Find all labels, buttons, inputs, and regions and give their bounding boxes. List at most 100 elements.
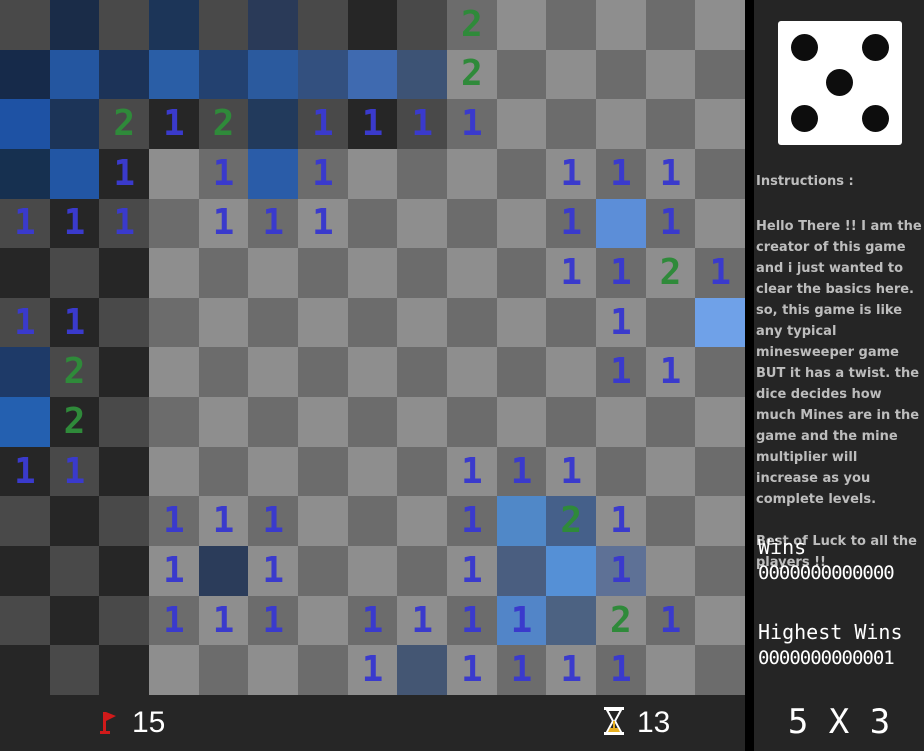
board-cell[interactable] <box>49 248 100 298</box>
board-cell[interactable] <box>695 148 745 199</box>
board-cell[interactable] <box>695 297 745 348</box>
board-cell[interactable] <box>397 546 447 596</box>
board-cell[interactable] <box>298 446 348 497</box>
board-cell[interactable] <box>248 645 298 695</box>
board-cell[interactable] <box>347 397 398 447</box>
board-cell[interactable] <box>397 347 447 398</box>
board-cell[interactable] <box>695 99 745 149</box>
mine-count-cell[interactable]: 1 <box>645 347 696 398</box>
board-cell[interactable] <box>298 595 348 646</box>
board-cell[interactable] <box>496 297 547 348</box>
board-cell[interactable] <box>198 446 249 497</box>
board-cell[interactable] <box>149 0 199 50</box>
board-cell[interactable] <box>397 148 447 199</box>
board-cell[interactable] <box>645 446 696 497</box>
board-cell[interactable] <box>198 0 249 50</box>
mine-count-cell[interactable]: 1 <box>248 198 298 249</box>
mine-count-cell[interactable]: 1 <box>198 595 249 646</box>
board-cell[interactable] <box>695 446 745 497</box>
board-cell[interactable] <box>248 0 298 50</box>
board-cell[interactable] <box>248 99 298 149</box>
board-cell[interactable] <box>49 0 100 50</box>
board-cell[interactable] <box>0 0 50 50</box>
board-cell[interactable] <box>695 595 745 646</box>
mine-count-cell[interactable]: 1 <box>99 198 149 249</box>
board-cell[interactable] <box>397 496 447 547</box>
board-cell[interactable] <box>645 496 696 547</box>
board-cell[interactable] <box>99 645 149 695</box>
board-cell[interactable] <box>149 148 199 199</box>
board-cell[interactable] <box>149 198 199 249</box>
board-cell[interactable] <box>397 297 447 348</box>
board-cell[interactable] <box>347 297 398 348</box>
board-cell[interactable] <box>546 0 596 50</box>
mine-count-cell[interactable]: 1 <box>397 595 447 646</box>
board-cell[interactable] <box>695 198 745 249</box>
mine-count-cell[interactable]: 1 <box>347 595 398 646</box>
mine-count-cell[interactable]: 1 <box>496 446 547 497</box>
board-cell[interactable] <box>99 595 149 646</box>
board-cell[interactable] <box>248 248 298 298</box>
board-cell[interactable] <box>49 595 100 646</box>
mine-count-cell[interactable]: 1 <box>596 645 646 695</box>
board-cell[interactable] <box>149 49 199 100</box>
board-cell[interactable] <box>99 297 149 348</box>
mine-count-cell[interactable]: 1 <box>496 645 547 695</box>
mine-count-cell[interactable]: 1 <box>496 595 547 646</box>
board-cell[interactable] <box>0 49 50 100</box>
board-cell[interactable] <box>397 198 447 249</box>
mine-count-cell[interactable]: 1 <box>645 198 696 249</box>
board-cell[interactable] <box>546 397 596 447</box>
board-cell[interactable] <box>645 297 696 348</box>
mine-count-cell[interactable]: 2 <box>546 496 596 547</box>
board-cell[interactable] <box>596 0 646 50</box>
board-cell[interactable] <box>149 248 199 298</box>
board-cell[interactable] <box>99 248 149 298</box>
board-cell[interactable] <box>347 148 398 199</box>
mine-count-cell[interactable]: 1 <box>546 198 596 249</box>
board-cell[interactable] <box>546 546 596 596</box>
board-cell[interactable] <box>99 397 149 447</box>
board-cell[interactable] <box>397 397 447 447</box>
board-cell[interactable] <box>0 595 50 646</box>
board-cell[interactable] <box>198 347 249 398</box>
mine-count-cell[interactable]: 1 <box>298 99 348 149</box>
board-cell[interactable] <box>0 496 50 547</box>
board-cell[interactable] <box>99 347 149 398</box>
board-cell[interactable] <box>447 198 497 249</box>
board-cell[interactable] <box>0 99 50 149</box>
mine-count-cell[interactable]: 1 <box>298 198 348 249</box>
board-cell[interactable] <box>298 645 348 695</box>
board-cell[interactable] <box>695 546 745 596</box>
mine-count-cell[interactable]: 1 <box>695 248 745 298</box>
board-cell[interactable] <box>496 0 547 50</box>
mine-count-cell[interactable]: 1 <box>198 148 249 199</box>
mine-count-cell[interactable]: 1 <box>596 297 646 348</box>
board-cell[interactable] <box>298 397 348 447</box>
board-cell[interactable] <box>248 397 298 447</box>
board-cell[interactable] <box>248 49 298 100</box>
board-cell[interactable] <box>645 546 696 596</box>
board-cell[interactable] <box>49 645 100 695</box>
board-cell[interactable] <box>248 148 298 199</box>
board-cell[interactable] <box>447 148 497 199</box>
board-cell[interactable] <box>347 198 398 249</box>
board-cell[interactable] <box>496 99 547 149</box>
board-cell[interactable] <box>298 0 348 50</box>
board-cell[interactable] <box>347 496 398 547</box>
board-cell[interactable] <box>99 546 149 596</box>
board-cell[interactable] <box>198 297 249 348</box>
board-cell[interactable] <box>49 496 100 547</box>
board-cell[interactable] <box>496 397 547 447</box>
board-cell[interactable] <box>347 546 398 596</box>
mine-count-cell[interactable]: 2 <box>596 595 646 646</box>
board-cell[interactable] <box>298 49 348 100</box>
mine-count-cell[interactable]: 1 <box>149 496 199 547</box>
board-cell[interactable] <box>298 248 348 298</box>
board-cell[interactable] <box>596 446 646 497</box>
board-cell[interactable] <box>0 546 50 596</box>
mine-count-cell[interactable]: 1 <box>0 198 50 249</box>
board-cell[interactable] <box>0 347 50 398</box>
board-cell[interactable] <box>645 397 696 447</box>
board-cell[interactable] <box>546 297 596 348</box>
